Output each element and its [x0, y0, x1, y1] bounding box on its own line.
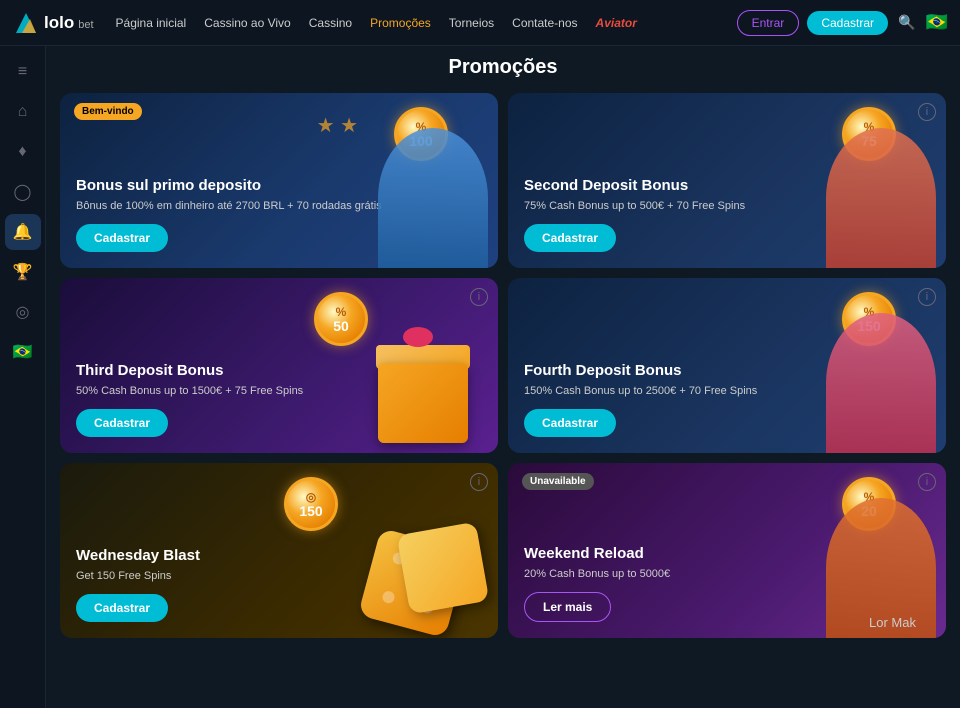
promo-ler-mais-btn-6[interactable]: Ler mais — [524, 592, 611, 622]
promo-dice-5 — [338, 483, 488, 638]
promo-card-4: i % 150 Fourth Deposit Bonus 150% Cash B… — [508, 278, 946, 453]
promo-badge-6: Unavailable — [522, 473, 594, 490]
nav-pagina-inicial[interactable]: Página inicial — [108, 12, 195, 34]
promo-card-3: i % 50 Third Deposit Bonus 50% Cash Bonu… — [60, 278, 498, 453]
promo-card-1: Bem-vindo ★ ★ % 100 Bonus sul primo depo… — [60, 93, 498, 268]
gift-bow — [403, 327, 433, 347]
logo[interactable]: lolo bet — [12, 9, 94, 37]
promo-char-1 — [368, 113, 498, 268]
sidebar-menu-toggle[interactable]: ≡ — [5, 54, 41, 90]
language-flag[interactable]: 🇧🇷 — [926, 12, 948, 34]
dice-2 — [397, 522, 490, 615]
sidebar: ≡ ⌂ ♦ ◯ 🔔 🏆 ◎ 🇧🇷 — [0, 46, 46, 708]
char-shape-4 — [826, 313, 936, 453]
sidebar-item-casino[interactable]: ♦ — [5, 134, 41, 170]
logo-bet: bet — [78, 19, 93, 31]
sidebar-item-live[interactable]: ◯ — [5, 174, 41, 210]
promo-coin-3: % 50 — [314, 292, 368, 346]
promo-char-4 — [816, 298, 946, 453]
top-navigation: lolo bet Página inicial Cassino ao Vivo … — [0, 0, 960, 46]
sidebar-item-language[interactable]: 🇧🇷 — [5, 334, 41, 370]
entrar-button[interactable]: Entrar — [737, 10, 800, 36]
promo-cadastrar-btn-3[interactable]: Cadastrar — [76, 409, 168, 437]
sidebar-item-promotions[interactable]: 🔔 — [5, 214, 41, 250]
char-shape-2 — [826, 128, 936, 268]
search-icon[interactable]: 🔍 — [896, 12, 918, 34]
promo-cadastrar-btn-5[interactable]: Cadastrar — [76, 594, 168, 622]
logo-text: lolo — [44, 13, 74, 33]
cadastrar-nav-button[interactable]: Cadastrar — [807, 11, 888, 35]
main-content: Promoções Bem-vindo ★ ★ % 100 Bonus sul … — [46, 46, 960, 708]
promo-grid: Bem-vindo ★ ★ % 100 Bonus sul primo depo… — [60, 93, 946, 638]
nav-torneios[interactable]: Torneios — [441, 12, 502, 34]
promo-gift-3 — [368, 323, 478, 443]
nav-cassino[interactable]: Cassino — [301, 12, 360, 34]
promo-cadastrar-btn-4[interactable]: Cadastrar — [524, 409, 616, 437]
promo-cadastrar-btn-2[interactable]: Cadastrar — [524, 224, 616, 252]
promo-char-2 — [816, 113, 946, 268]
coin-value-5: 150 — [299, 504, 322, 518]
sidebar-item-tournaments[interactable]: 🏆 — [5, 254, 41, 290]
char-shape-1 — [378, 128, 488, 268]
promo-info-icon-3[interactable]: i — [470, 288, 488, 306]
deco-stars-1: ★ ★ — [317, 113, 358, 138]
nav-right-actions: Entrar Cadastrar 🔍 🇧🇷 — [737, 10, 948, 36]
main-wrapper: ≡ ⌂ ♦ ◯ 🔔 🏆 ◎ 🇧🇷 Promoções Bem-vindo ★ ★… — [0, 46, 960, 708]
promo-card-6: Unavailable i % 20 Weekend Reload 20% Ca… — [508, 463, 946, 638]
coin-symbol-5: ◎ — [306, 490, 316, 504]
sidebar-item-home[interactable]: ⌂ — [5, 94, 41, 130]
nav-aviator[interactable]: Aviator — [588, 12, 645, 34]
nav-cassino-vivo[interactable]: Cassino ao Vivo — [196, 12, 299, 34]
promo-card-5: i ◎ 150 — [60, 463, 498, 638]
nav-links: Página inicial Cassino ao Vivo Cassino P… — [108, 12, 731, 34]
lor-mak-text: Lor Mak — [869, 615, 916, 630]
gift-body — [378, 363, 468, 443]
coin-value-3: 50 — [333, 319, 349, 333]
nav-contate-nos[interactable]: Contate-nos — [504, 12, 585, 34]
promo-coin-5: ◎ 150 — [284, 477, 338, 531]
coin-symbol-3: % — [336, 305, 347, 319]
promo-card-2: i % 75 Second Deposit Bonus 75% Cash Bon… — [508, 93, 946, 268]
page-title: Promoções — [60, 56, 946, 79]
promo-badge-1: Bem-vindo — [74, 103, 142, 120]
promo-cadastrar-btn-1[interactable]: Cadastrar — [76, 224, 168, 252]
sidebar-item-missions[interactable]: ◎ — [5, 294, 41, 330]
nav-promocoes[interactable]: Promoções — [362, 12, 439, 34]
